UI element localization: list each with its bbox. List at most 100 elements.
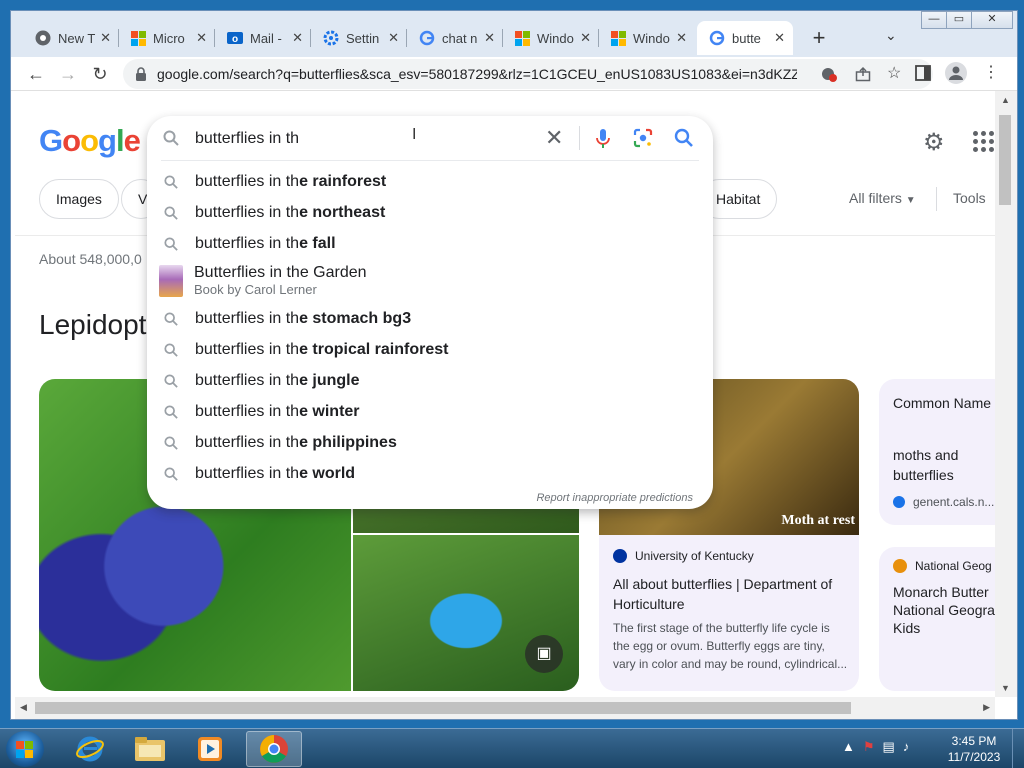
volume-icon[interactable]: ♪ [903,739,910,755]
suggestion-item[interactable]: butterflies in th e northeast [147,197,713,228]
close-window-button[interactable]: ✕ [971,11,1013,29]
suggestion-item[interactable]: butterflies in th e philippines [147,427,713,458]
taskbar-file-explorer[interactable] [122,731,178,767]
address-bar[interactable]: google.com/search?q=butterflies&sca_esv=… [123,59,933,89]
settings-gear-icon[interactable]: ⚙ [923,128,945,157]
microsoft-icon [515,30,530,46]
result-card-natgeo[interactable]: National Geog Monarch Butter National Ge… [879,547,995,691]
back-button[interactable]: ← [25,63,47,85]
horizontal-scroll-thumb[interactable] [35,702,851,714]
scroll-down-arrow-icon[interactable]: ▼ [1001,683,1010,693]
scroll-up-arrow-icon[interactable]: ▲ [1001,95,1010,105]
chip-images[interactable]: Images [39,179,119,219]
more-images-icon[interactable]: ▣ [525,635,563,673]
suggestion-prefix: butterflies in th [195,172,300,190]
network-icon[interactable]: ▤ [883,739,895,755]
lock-icon[interactable] [135,67,147,81]
suggestion-item[interactable]: butterflies in th e world [147,458,713,489]
taskbar-internet-explorer[interactable] [62,731,118,767]
forward-button[interactable]: → [57,63,79,85]
tab-close-icon[interactable]: ✕ [774,30,785,46]
suggestion-item-book[interactable]: Butterflies in the Garden Book by Carol L… [147,259,713,303]
google-lens-icon[interactable] [633,128,653,148]
action-center-flag-icon[interactable]: ⚑ [863,739,875,755]
microsoft-icon [611,30,626,46]
result-card-common-name[interactable]: Common Name moths and butterflies genent… [879,379,995,525]
windows-flag-icon [16,741,33,758]
tab-close-icon[interactable]: ✕ [676,30,687,46]
suggestion-item[interactable]: butterflies in th e fall [147,228,713,259]
tab-title: Windo [537,30,574,46]
tab-search-chevron-icon[interactable]: ⌄ [885,27,897,44]
google-icon [419,30,435,46]
scroll-left-arrow-icon[interactable]: ◀ [20,702,27,713]
tab-close-icon[interactable]: ✕ [484,30,495,46]
tab-windows-2[interactable]: Windo ✕ [599,21,695,55]
tab-microsoft[interactable]: Micro ✕ [119,21,215,55]
tab-mail[interactable]: o Mail - ✕ [215,21,311,55]
all-filters-label: All filters [849,190,902,206]
search-icon [164,404,178,419]
tab-close-icon[interactable]: ✕ [292,30,303,46]
all-filters-dropdown[interactable]: All filters ▼ [849,190,916,206]
tab-title: Windo [633,30,670,46]
knowledge-heading: Lepidopt [39,309,147,340]
tab-close-icon[interactable]: ✕ [388,30,399,46]
profile-avatar-icon[interactable] [945,62,967,84]
source-row: National Geog [893,559,992,573]
tab-close-icon[interactable]: ✕ [580,30,591,46]
taskbar-chrome[interactable] [246,731,302,767]
source-name: genent.cals.n... [913,495,995,509]
google-apps-icon[interactable] [973,131,994,152]
tab-new-tab[interactable]: New T ✕ [23,21,119,55]
taskbar-media-player[interactable] [182,731,238,767]
suggestion-prefix: butterflies in th [195,234,300,252]
suggestion-prefix: butterflies in th [195,371,300,389]
suggestion-item[interactable]: butterflies in th e stomach bg3 [147,303,713,334]
tab-settings[interactable]: Settin ✕ [311,21,407,55]
card-title[interactable]: All about butterflies | Department of Ho… [613,574,853,614]
tray-expand-chevron-icon[interactable]: ▲ [842,739,855,755]
suggestion-completion: e northeast [299,203,386,221]
google-logo[interactable]: Google [39,123,141,159]
show-desktop-button[interactable] [1012,729,1024,768]
report-predictions-link[interactable]: Report inappropriate predictions [536,492,693,504]
book-cover-thumbnail [159,265,183,297]
tab-close-icon[interactable]: ✕ [100,30,111,46]
suggestion-item[interactable]: butterflies in th e tropical rainforest [147,334,713,365]
reload-button[interactable]: ↻ [89,63,111,85]
tab-butterflies[interactable]: butte ✕ [697,21,793,55]
share-icon[interactable] [855,66,871,82]
new-tab-button[interactable]: + [807,25,831,51]
vertical-scroll-thumb[interactable] [999,115,1011,205]
menu-kebab-icon[interactable]: ⋮ [983,62,999,82]
source-row: University of Kentucky [613,549,754,563]
url-text[interactable]: google.com/search?q=butterflies&sca_esv=… [157,66,797,82]
blocked-content-icon[interactable] [821,66,837,82]
suggestion-item[interactable]: butterflies in th e rainforest [147,166,713,197]
voice-search-mic-icon[interactable] [595,128,611,150]
tab-close-icon[interactable]: ✕ [196,30,207,46]
tab-title: Settin [346,30,380,46]
tools-button[interactable]: Tools [953,190,986,206]
card-title[interactable]: Monarch Butter National Geogra Kids [893,583,995,637]
tab-windows-1[interactable]: Windo ✕ [503,21,599,55]
minimize-button[interactable]: — [921,11,947,29]
maximize-button[interactable]: ▭ [946,11,972,29]
suggestion-subtitle: Book by Carol Lerner [194,282,317,297]
vertical-scrollbar[interactable]: ▲ ▼ [995,91,1017,697]
bookmark-star-icon[interactable]: ☆ [887,63,901,83]
suggestion-item[interactable]: butterflies in th e jungle [147,365,713,396]
tab-title: Micro [153,30,185,46]
search-input[interactable]: butterflies in th [195,130,299,148]
suggestion-item[interactable]: butterflies in th e winter [147,396,713,427]
side-panel-icon[interactable] [915,65,931,81]
search-submit-icon[interactable] [674,128,694,148]
clear-search-button[interactable]: ✕ [545,125,563,151]
scroll-right-arrow-icon[interactable]: ▶ [983,702,990,713]
start-button[interactable] [6,731,44,767]
caret-down-icon: ▼ [905,195,916,206]
horizontal-scrollbar[interactable]: ◀ ▶ [15,697,995,719]
tab-chat[interactable]: chat n ✕ [407,21,503,55]
taskbar-clock[interactable]: 3:45 PM 11/7/2023 [938,733,1010,765]
